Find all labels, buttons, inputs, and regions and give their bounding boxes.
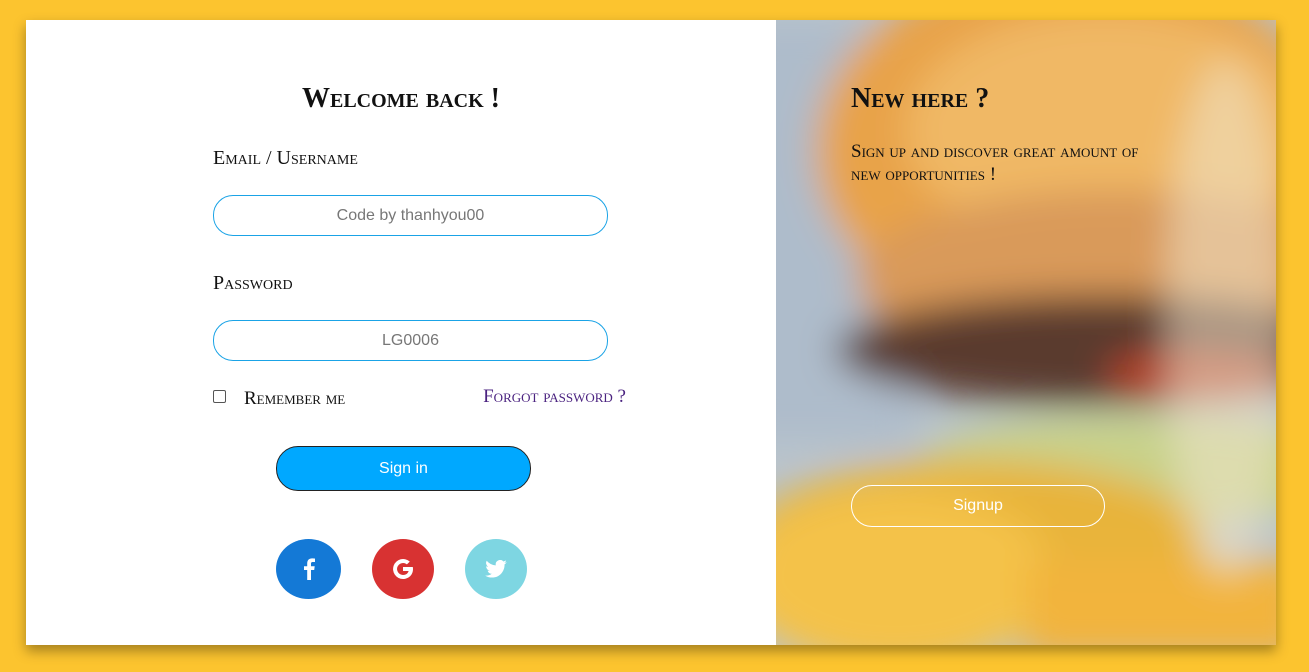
remember-label: Remember me (244, 388, 346, 409)
remember-row: Remember me Forgot password ? (213, 386, 626, 412)
google-button[interactable] (372, 539, 434, 599)
facebook-icon (303, 558, 315, 580)
email-input[interactable] (213, 195, 608, 236)
signup-button[interactable]: Signup (851, 485, 1105, 527)
remember-checkbox[interactable] (213, 390, 226, 403)
signup-panel: New here ? Sign up and discover great am… (776, 20, 1276, 645)
twitter-button[interactable] (465, 539, 527, 599)
password-label: Password (213, 272, 293, 294)
twitter-icon (485, 560, 507, 578)
facebook-button[interactable] (276, 539, 341, 599)
signin-panel: Welcome back ! Email / Username Password… (26, 20, 776, 645)
signin-button[interactable]: Sign in (276, 446, 531, 491)
signin-heading: Welcome back ! (301, 83, 500, 114)
signup-description: Sign up and discover great amount of new… (851, 141, 1139, 185)
login-card: Welcome back ! Email / Username Password… (26, 20, 1276, 645)
signup-heading: New here ? (851, 83, 990, 114)
email-label: Email / Username (213, 147, 358, 169)
forgot-password-link[interactable]: Forgot password ? (483, 386, 626, 408)
password-input[interactable] (213, 320, 608, 361)
google-icon (393, 559, 413, 579)
